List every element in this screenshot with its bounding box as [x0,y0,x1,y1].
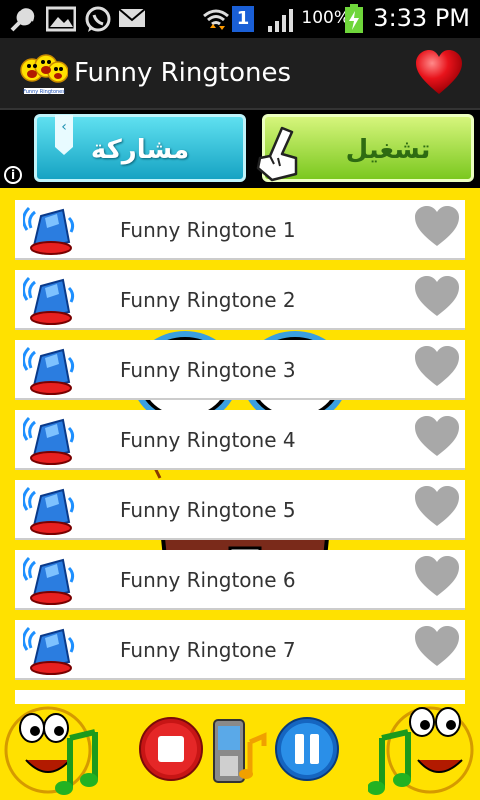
music-phone-button[interactable] [210,712,270,786]
play-button-label: تشغيل [345,135,431,165]
logo-caption: Funny Ringtones [23,89,65,95]
sim-badge: 1 [232,6,254,32]
info-icon[interactable]: i [4,166,22,184]
pause-button[interactable] [274,716,340,782]
ringtone-content: Funny Ringtone 1 Funny Ringtone 2 Funny Ri… [0,188,480,698]
bell-icon [23,346,75,395]
heart-icon[interactable] [413,414,461,458]
mail-icon [118,8,146,27]
clock: 3:33 PM [373,4,470,32]
ringtone-name: Funny Ringtone 3 [120,358,296,382]
ringtone-row[interactable]: Funny Ringtone 1 [15,200,465,260]
ringtone-row[interactable]: Funny Ringtone 7 [15,620,465,680]
ringtone-row[interactable]: Funny Ringtone 3 [15,340,465,400]
battery-percent: 100% [301,8,350,28]
heart-icon[interactable] [413,274,461,318]
heart-icon[interactable] [413,554,461,598]
ringtone-name: Funny Ringtone 1 [120,218,296,242]
heart-icon[interactable] [413,204,461,248]
wifi-icon [203,9,229,30]
heart-icon[interactable] [413,344,461,388]
ringtone-name: Funny Ringtone 6 [120,568,296,592]
stop-button[interactable] [138,716,204,782]
battery-icon [345,4,363,33]
pointing-hand-icon [256,126,298,182]
music-phone-icon [218,726,240,750]
ringtone-row[interactable]: Funny Ringtone 5 [15,480,465,540]
bell-icon [23,626,75,675]
whatsapp-icon [85,6,111,32]
heart-icon[interactable] [413,624,461,668]
app-logo-icon: Funny Ringtones [20,54,68,95]
favorite-heart-icon[interactable] [414,48,464,98]
bell-icon [23,556,75,605]
left-smiley-music-icon [4,706,98,795]
app-title: Funny Ringtones [74,58,292,88]
ringtone-name: Funny Ringtone 5 [120,498,296,522]
bell-icon [23,486,75,535]
stop-icon [158,736,184,762]
ringtone-name: Funny Ringtone 4 [120,428,296,452]
ringtone-name: Funny Ringtone 7 [120,638,296,662]
ringtone-row[interactable]: Funny Ringtone 6 [15,550,465,610]
image-icon [46,6,76,32]
right-smiley-music-icon [368,706,474,795]
action-bar: Funny Ringtones Funny Ringtones [0,38,480,110]
bell-icon [23,206,75,255]
status-bar: 1 100% 3:33 PM [0,0,480,38]
share-button[interactable]: ‹ مشاركة [34,114,246,182]
ad-banner: ‹ مشاركة تشغيل i [0,110,480,188]
bell-icon [23,276,75,325]
ringtone-row[interactable]: Funny Ringtone 4 [15,410,465,470]
heart-icon[interactable] [413,484,461,528]
bell-icon [23,416,75,465]
ringtone-name: Funny Ringtone 2 [120,288,296,312]
signal-icon [268,9,293,32]
share-button-label: مشاركة [90,135,190,165]
ringtone-row[interactable]: Funny Ringtone 2 [15,270,465,330]
bottom-player-bar [0,690,480,800]
wrench-icon [10,8,35,32]
